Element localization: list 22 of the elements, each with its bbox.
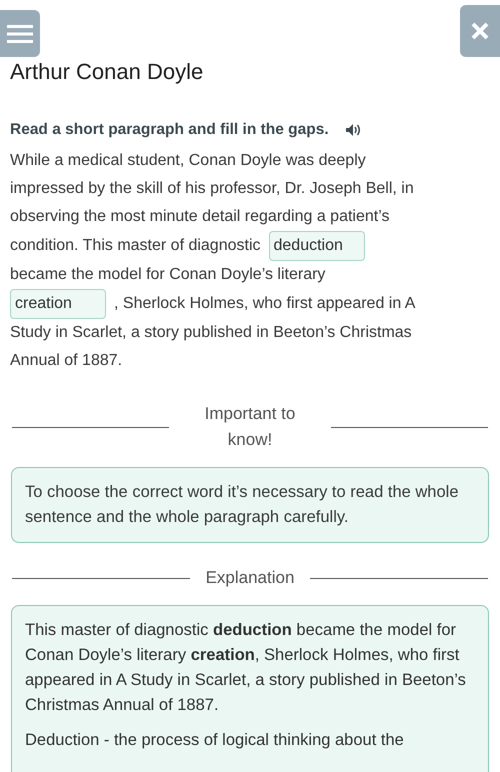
menu-button[interactable] [0,10,40,57]
speaker-icon[interactable] [344,122,361,137]
paragraph-text: While a medical student, Conan Doyle was deeply [10,151,366,172]
section-heading: Explanation [206,567,294,590]
tip-card: To choose the correct word it’s necessary to read the whole sentence and the whole paragraph carefully. [11,467,489,544]
page-title: Arthur Conan Doyle [9,58,204,86]
close-icon [471,22,489,40]
explanation-text: This master of diagnostic deduction became the model for Conan Doyle’s literary creation, Sherlock Holmes, who first appeared in A Study in Scarlet, a story published in Beeton’s Christmas Annual of 1887. [25,620,467,716]
paragraph-text: Study in Scarlet, a story published in Beeton’s Christmas [10,323,412,344]
paragraph-text: , Sherlock Holmes, who first appeared in A [114,294,416,314]
paragraph-text: condition. This master of diagnostic [10,236,260,256]
instruction: Read a short paragraph and fill in the gaps. [10,120,329,140]
paragraph-text: impressed by the skill of his professor, Dr. Joseph Bell, in [10,179,414,200]
menu-icon [7,22,33,44]
section-heading: Important to know! [204,403,296,452]
gap-field[interactable]: creation [10,289,106,320]
paragraph-text: Annual of 1887. [10,351,122,372]
close-button[interactable] [460,5,500,57]
explanation-text: Deduction - the process of logical thinking about the [25,730,405,752]
gap-field[interactable]: deduction [268,231,364,262]
paragraph-text: became the model for Conan Doyle’s literary [10,265,326,286]
paragraph-text: observing the most minute detail regarding a patient’s [10,207,390,228]
